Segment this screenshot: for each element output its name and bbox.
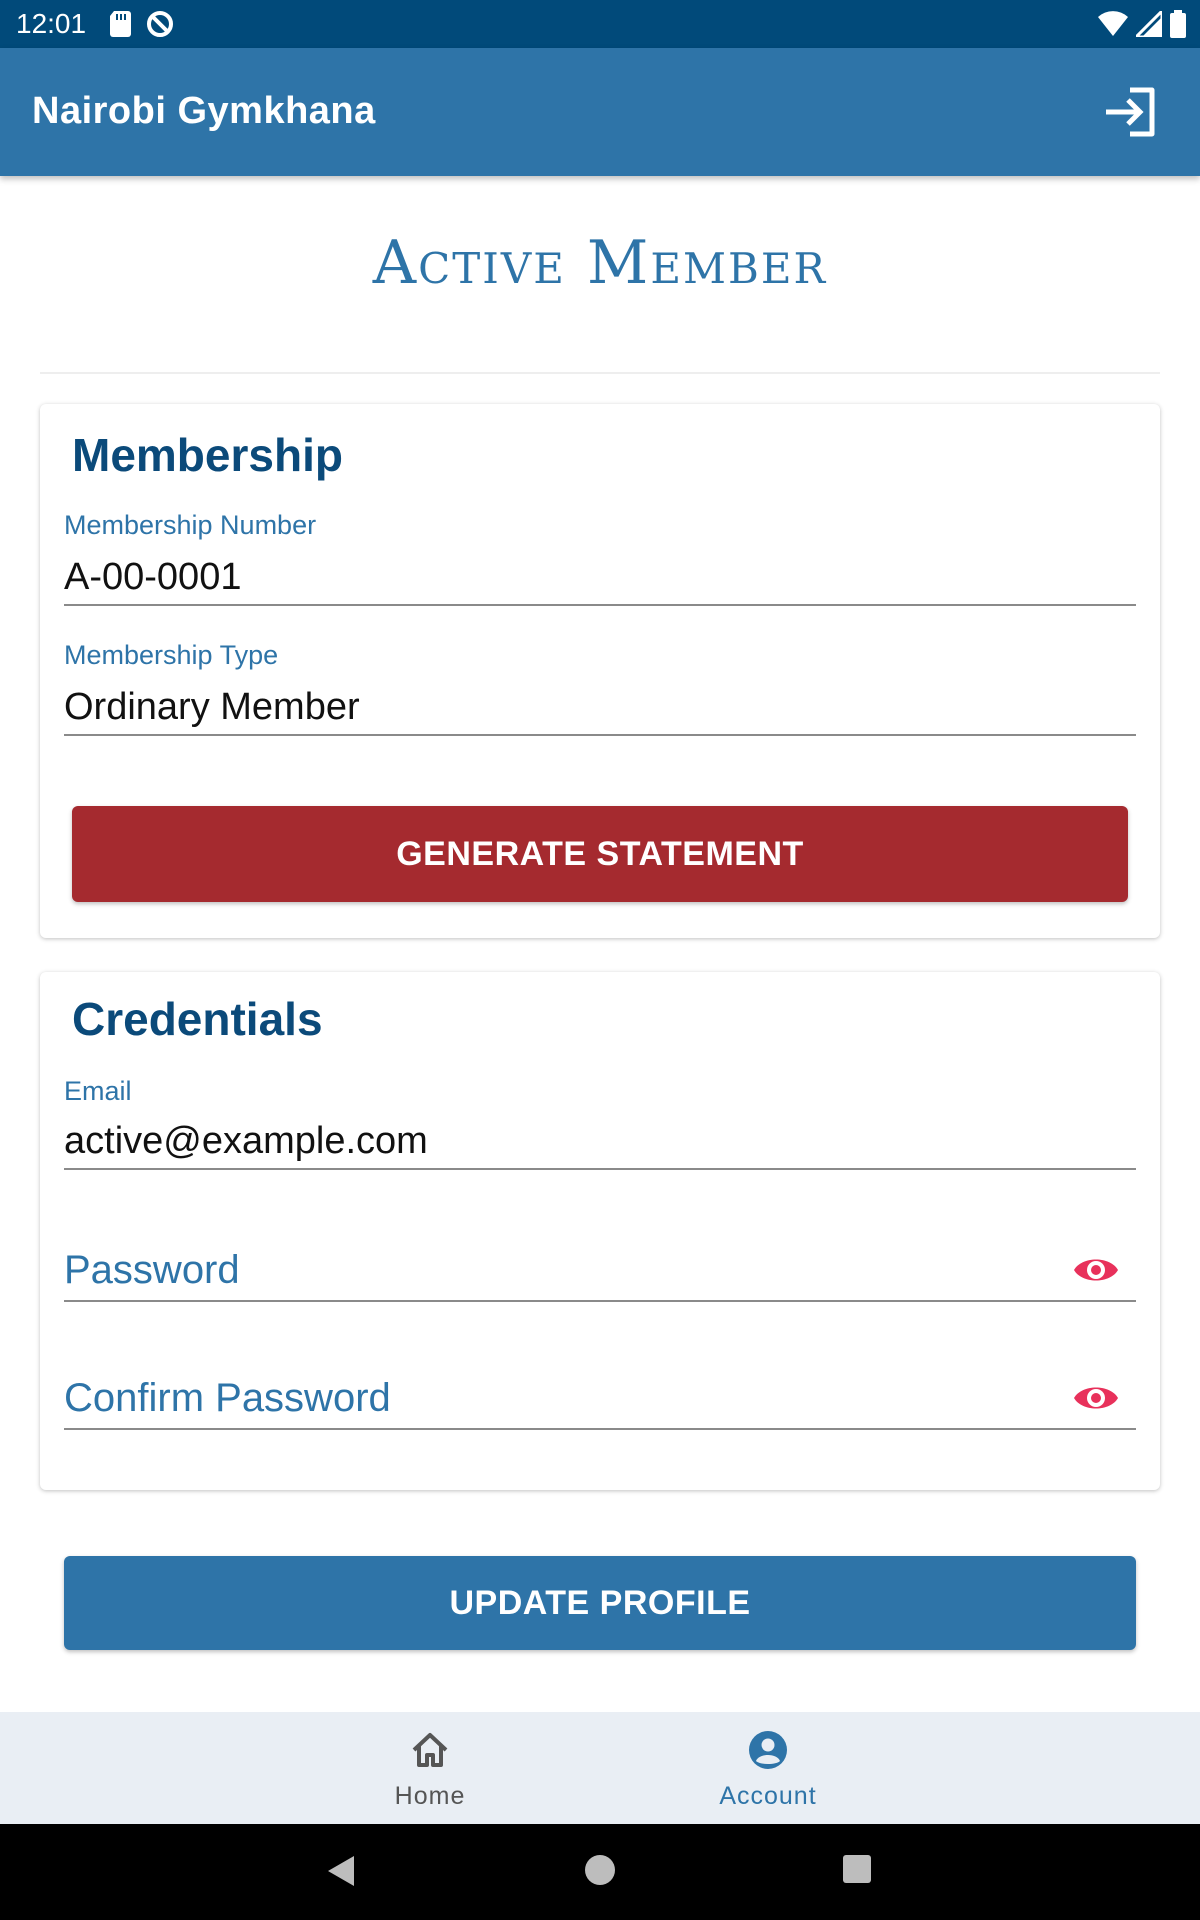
nav-item-home[interactable]: Home <box>330 1712 530 1824</box>
no-disturb-icon <box>147 11 173 37</box>
bottom-nav: Home Account <box>0 1712 1200 1824</box>
home-button-icon[interactable] <box>584 1854 616 1886</box>
membership-number-value: A-00-0001 <box>64 556 242 598</box>
eye-icon[interactable] <box>1072 1380 1120 1416</box>
membership-card: Membership Membership Number A-00-0001 M… <box>40 404 1160 938</box>
battery-icon <box>1170 10 1186 38</box>
account-icon <box>749 1731 787 1769</box>
app-bar: Nairobi Gymkhana <box>0 48 1200 176</box>
password-placeholder: Password <box>64 1248 240 1292</box>
confirm-password-placeholder: Confirm Password <box>64 1376 391 1420</box>
system-nav-bar <box>0 1824 1200 1920</box>
logout-icon[interactable] <box>1102 82 1162 142</box>
membership-number-label: Membership Number <box>64 510 317 540</box>
nav-label-home: Home <box>394 1782 466 1810</box>
divider <box>40 372 1160 374</box>
wifi-icon <box>1098 11 1128 36</box>
update-profile-button[interactable]: UPDATE PROFILE <box>64 1556 1136 1650</box>
back-icon[interactable] <box>326 1854 356 1888</box>
password-field[interactable]: Password <box>64 1248 1136 1304</box>
nav-label-account: Account <box>719 1782 817 1810</box>
membership-number-field[interactable]: Membership Number A-00-0001 <box>64 510 1136 606</box>
signal-icon <box>1136 11 1162 37</box>
eye-icon[interactable] <box>1072 1252 1120 1288</box>
field-underline <box>64 734 1136 736</box>
membership-type-field[interactable]: Membership Type Ordinary Member <box>64 640 1136 736</box>
credentials-card-title: Credentials <box>72 993 323 1045</box>
status-time: 12:01 <box>16 8 87 39</box>
home-icon <box>412 1733 448 1767</box>
email-label: Email <box>64 1076 132 1106</box>
credentials-card: Credentials Email active@example.com Pas… <box>40 972 1160 1490</box>
generate-statement-button[interactable]: GENERATE STATEMENT <box>72 806 1128 902</box>
recents-icon[interactable] <box>842 1854 872 1884</box>
field-underline <box>64 1168 1136 1170</box>
page-title: Active Member <box>372 228 828 298</box>
field-underline <box>64 1428 1136 1430</box>
confirm-password-field[interactable]: Confirm Password <box>64 1376 1136 1432</box>
membership-card-title: Membership <box>72 429 343 481</box>
nav-item-account[interactable]: Account <box>668 1712 868 1824</box>
email-value: active@example.com <box>64 1120 428 1162</box>
email-field[interactable]: Email active@example.com <box>64 1076 1136 1172</box>
field-underline <box>64 1300 1136 1302</box>
field-underline <box>64 604 1136 606</box>
app-title: Nairobi Gymkhana <box>32 90 376 132</box>
sd-card-icon <box>110 11 131 37</box>
status-bar: 12:01 <box>0 0 1200 48</box>
membership-type-label: Membership Type <box>64 640 279 670</box>
membership-type-value: Ordinary Member <box>64 686 360 728</box>
